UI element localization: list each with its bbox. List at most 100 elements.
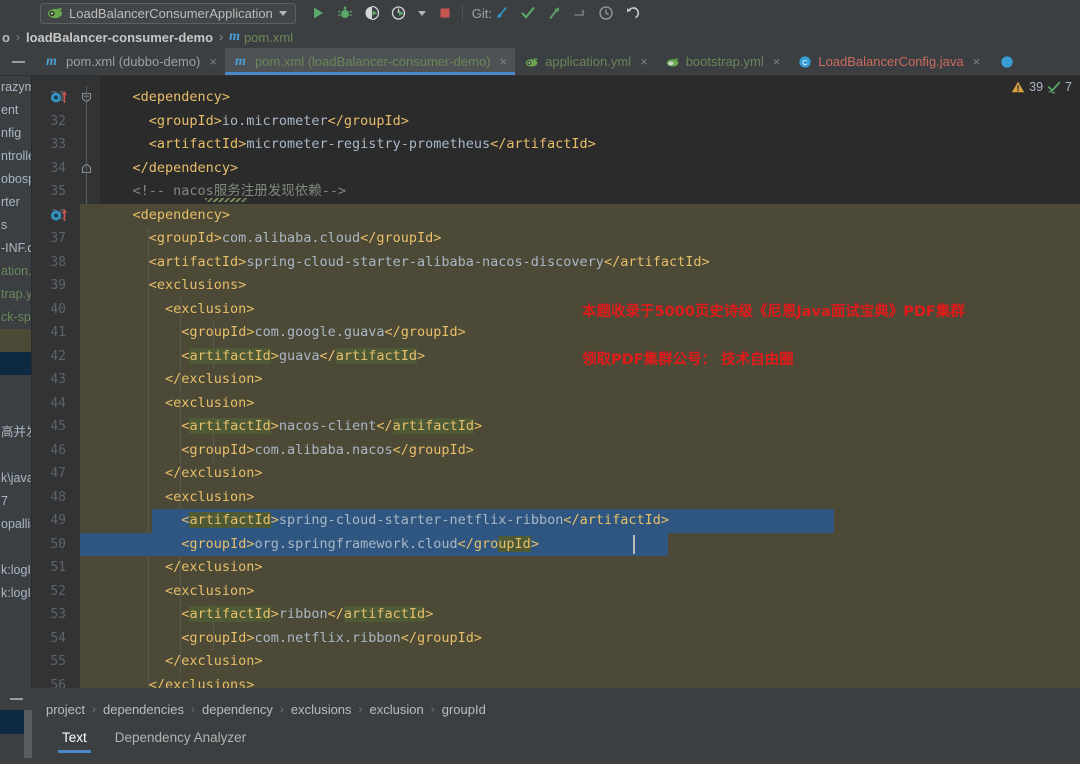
breadcrumb-item[interactable]: dependency (202, 702, 273, 717)
profiler-chevron-down-icon[interactable] (417, 10, 426, 16)
editor-tab-pom-dubbo[interactable]: m pom.xml (dubbo-demo) × (36, 48, 225, 75)
navbar-crumb-file[interactable]: pom.xml (244, 30, 293, 45)
navigation-bar: o › loadBalancer-consumer-demo › m pom.x… (0, 26, 1080, 48)
navbar-crumb-module[interactable]: loadBalancer-consumer-demo (26, 30, 213, 45)
project-tree-row[interactable] (0, 375, 32, 398)
git-push-icon[interactable] (546, 5, 562, 21)
code-line[interactable]: <artifactId>spring-cloud-starter-alibaba… (149, 251, 710, 275)
code-line[interactable]: <groupId>com.netflix.ribbon</groupId> (181, 627, 482, 651)
project-tree-row[interactable] (0, 352, 32, 375)
code-line[interactable]: <exclusion> (165, 486, 254, 510)
editor-tab-pom-loadbalancer[interactable]: m pom.xml (loadBalancer-consumer-demo) × (224, 48, 516, 75)
project-tree-row[interactable]: ent (0, 99, 32, 122)
run-icon[interactable] (310, 5, 326, 21)
project-tree-row[interactable]: ation. (0, 260, 32, 283)
code-line[interactable]: <exclusion> (165, 580, 254, 604)
stop-icon[interactable] (437, 5, 453, 21)
editor-tab-label: bootstrap.yml (685, 54, 764, 69)
project-tree-row[interactable]: k:logI (0, 559, 32, 582)
project-tree-row[interactable]: 高并发 (0, 421, 32, 444)
code-line[interactable]: <groupId>com.google.guava</groupId> (181, 321, 465, 345)
project-tree-row[interactable] (0, 329, 32, 352)
close-icon[interactable]: × (209, 54, 217, 69)
code-line[interactable]: <exclusion> (165, 298, 254, 322)
editor-tab-loadbalancerconfig-java[interactable]: C LoadBalancerConfig.java × (788, 48, 988, 75)
close-icon[interactable]: × (973, 54, 981, 69)
editor-tab-application-yml[interactable]: application.yml × (515, 48, 656, 75)
breadcrumb-item[interactable]: dependencies (103, 702, 184, 717)
project-tree-row[interactable]: ck-spr (0, 306, 32, 329)
code-line[interactable]: <groupId>com.alibaba.cloud</groupId> (149, 227, 442, 251)
code-line[interactable]: <groupId>com.alibaba.nacos</groupId> (181, 439, 474, 463)
chevron-down-icon[interactable] (278, 10, 287, 16)
git-update-icon[interactable] (494, 5, 510, 21)
project-tree-row[interactable] (0, 536, 32, 559)
code-line[interactable]: <dependency> (133, 86, 231, 110)
code-line[interactable]: <artifactId>ribbon</artifactId> (181, 603, 433, 627)
project-tree-row[interactable]: obosp (0, 168, 32, 191)
code-line[interactable]: </dependency> (133, 157, 239, 181)
inspection-widget[interactable]: 39 7 (1011, 80, 1072, 94)
close-icon[interactable]: × (500, 54, 508, 69)
tab-text[interactable]: Text (48, 722, 101, 755)
project-tree-row[interactable]: ntrolle (0, 145, 32, 168)
line-number: 46 (50, 442, 66, 458)
run-with-coverage-icon[interactable] (364, 5, 380, 21)
code-line[interactable]: </exclusions> (149, 674, 255, 689)
project-pane-collapse-button[interactable] (0, 688, 32, 710)
code-line[interactable]: </exclusion> (165, 368, 263, 392)
maven-dependency-icon[interactable] (50, 90, 72, 104)
close-icon[interactable]: × (773, 54, 781, 69)
run-configuration-selector[interactable]: LoadBalancerConsumerApplication (40, 2, 296, 24)
tab-dependency-analyzer[interactable]: Dependency Analyzer (101, 722, 260, 755)
breadcrumb-item[interactable]: exclusions (291, 702, 352, 717)
hide-tabs-button[interactable] (0, 48, 36, 75)
project-tool-window-clipped[interactable]: razym ent nfig ntrolle obosp rter s -INF.d ation… (0, 76, 32, 688)
code-editor[interactable]: 3132333435363738394041424344454647484950… (32, 76, 1080, 688)
maven-dependency-icon[interactable] (50, 208, 72, 222)
editor-tab-overflow[interactable] (988, 48, 1016, 75)
breadcrumb-item[interactable]: project (46, 702, 85, 717)
code-line[interactable]: <artifactId>spring-cloud-starter-netflix… (181, 509, 669, 533)
code-line[interactable]: <dependency> (133, 204, 231, 228)
close-icon[interactable]: × (640, 54, 648, 69)
project-tree-row[interactable]: -INF.d (0, 237, 32, 260)
project-tree-row[interactable]: s (0, 214, 32, 237)
project-tree-row[interactable] (0, 398, 32, 421)
project-tree-row[interactable]: nfig (0, 122, 32, 145)
code-token: </ (319, 347, 336, 364)
code-line[interactable]: <artifactId>nacos-client</artifactId> (181, 415, 482, 439)
project-tree-row[interactable] (0, 444, 32, 467)
profiler-icon[interactable] (391, 5, 407, 21)
editor-tab-bootstrap-yml[interactable]: bootstrap.yml × (656, 48, 789, 75)
navbar-crumb-partial[interactable]: o (2, 30, 10, 45)
code-line[interactable]: </exclusion> (165, 462, 263, 486)
code-line[interactable]: <exclusion> (165, 392, 254, 416)
code-line[interactable]: </exclusion> (165, 650, 263, 674)
code-content[interactable]: <dependency> <groupId>io.micrometer</grou… (80, 76, 1080, 688)
project-tree-row[interactable]: 7 (0, 490, 32, 513)
code-line[interactable]: <groupId>io.micrometer</groupId> (149, 110, 409, 134)
project-pane-scrollbar-thumb[interactable] (24, 710, 32, 758)
debug-icon[interactable] (337, 5, 353, 21)
code-token: </groupId> (384, 324, 466, 340)
code-line[interactable]: </exclusion> (165, 556, 263, 580)
code-line[interactable]: <exclusions> (149, 274, 247, 298)
project-tree-row[interactable]: k:logI (0, 582, 32, 605)
project-pane-selected-row[interactable] (0, 710, 26, 734)
git-commit-icon[interactable] (520, 5, 536, 21)
project-tree-row[interactable]: razym (0, 76, 32, 99)
project-tree-row[interactable]: k\java (0, 467, 32, 490)
code-token: </gro (457, 535, 499, 552)
code-line[interactable]: <groupId>org.springframework.cloud</grou… (181, 533, 539, 557)
code-line[interactable]: <artifactId>micrometer-registry-promethe… (149, 133, 596, 157)
project-tree-row[interactable]: rter (0, 191, 32, 214)
breadcrumb-item[interactable]: groupId (442, 702, 486, 717)
project-tree-row[interactable]: trap.y (0, 283, 32, 306)
code-token: </groupId> (327, 112, 409, 129)
project-tree-row[interactable]: opallia (0, 513, 32, 536)
code-token: com.alibaba.nacos (254, 441, 393, 458)
breadcrumb-item[interactable]: exclusion (370, 702, 424, 717)
warning-count: 39 (1029, 80, 1044, 94)
code-line[interactable]: <artifactId>guava</artifactId> (181, 345, 425, 369)
